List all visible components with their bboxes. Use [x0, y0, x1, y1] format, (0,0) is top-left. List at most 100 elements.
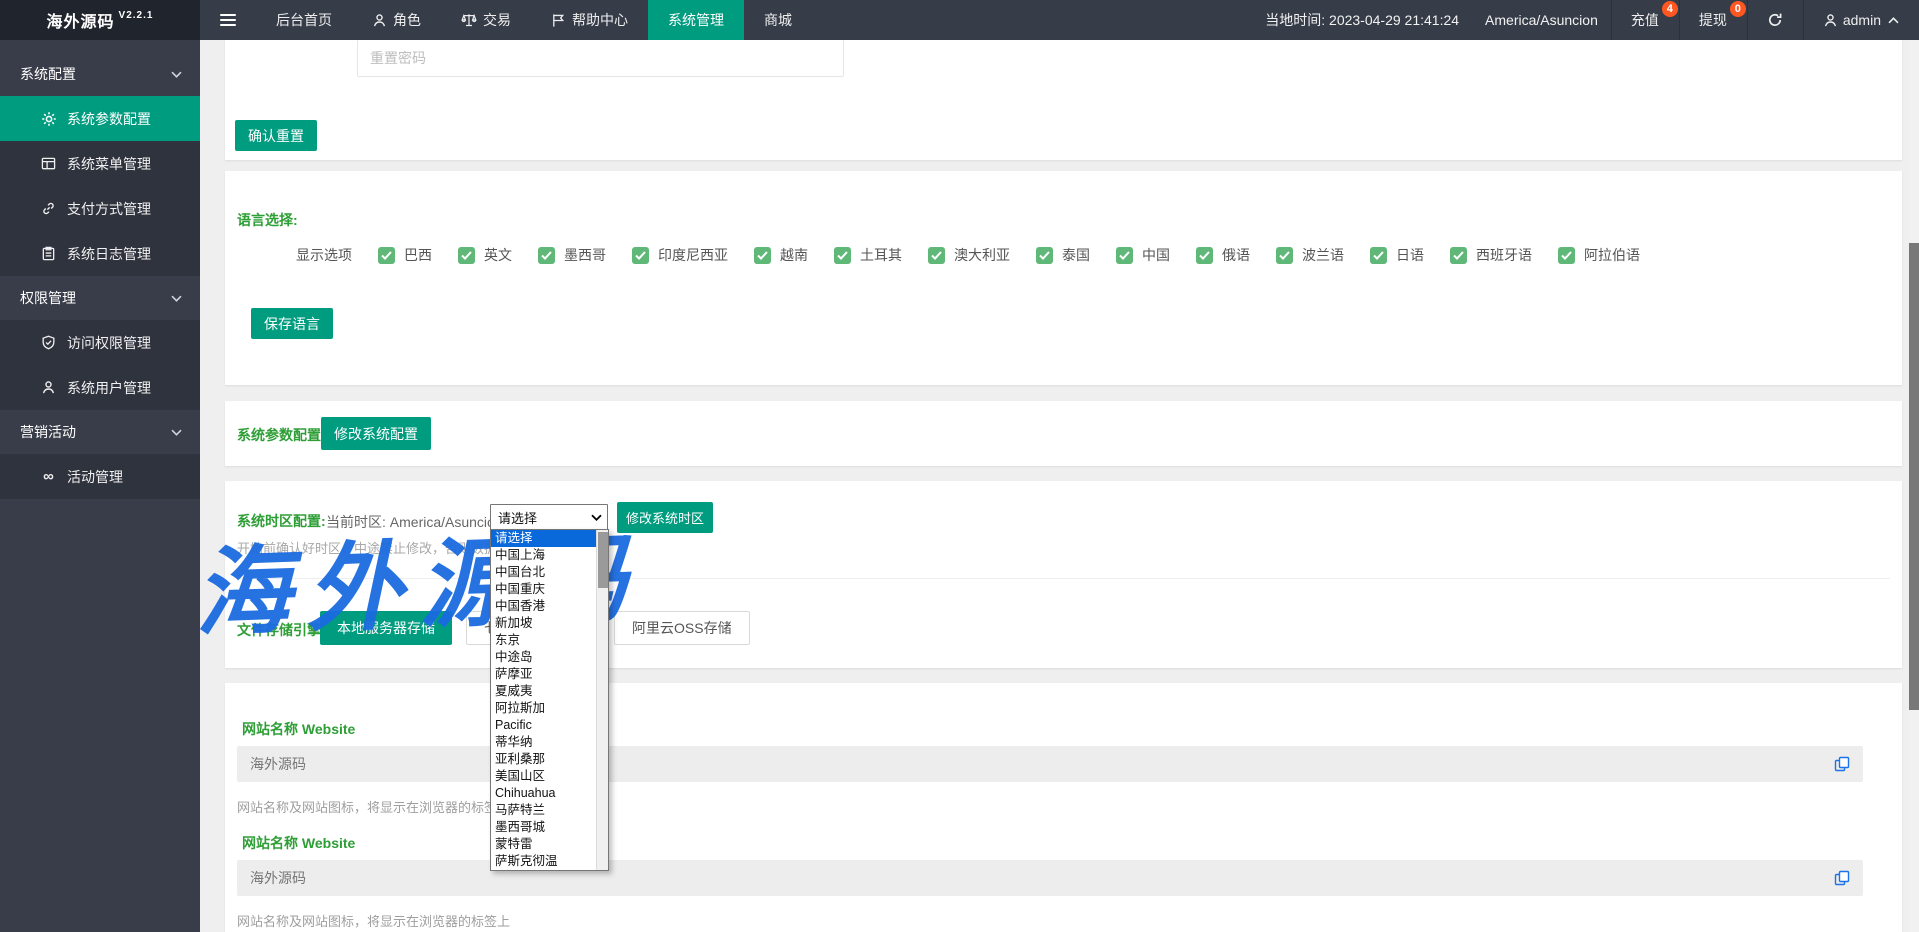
modify-timezone-button[interactable]: 修改系统时区: [617, 502, 713, 533]
sidebar-item-label: 系统菜单管理: [67, 154, 151, 174]
sidebar-item-label: 访问权限管理: [67, 333, 151, 353]
top-navbar: 海外源码V2.2.1 后台首页角色交易帮助中心系统管理商城 当地时间: 2023…: [0, 0, 1919, 40]
sidebar-group-header-0[interactable]: 系统配置: [0, 52, 200, 96]
sidebar-item-label: 系统参数配置: [67, 109, 151, 129]
recharge-button[interactable]: 充值 4: [1611, 0, 1679, 40]
copy-icon[interactable]: [1834, 756, 1850, 772]
nav-item-role[interactable]: 角色: [352, 0, 441, 40]
timezone-option[interactable]: 中国上海: [491, 547, 596, 564]
timezone-dropdown-list: 请选择中国上海中国台北中国重庆中国香港新加坡东京中途岛萨摩亚夏威夷阿拉斯加Pac…: [490, 529, 609, 871]
timezone-option[interactable]: 请选择: [491, 530, 596, 547]
copy-icon[interactable]: [1834, 870, 1850, 886]
checkbox-checked-icon[interactable]: [1116, 247, 1133, 264]
nav-item-trade[interactable]: 交易: [441, 0, 531, 40]
checkbox-checked-icon[interactable]: [538, 247, 555, 264]
timezone-label: America/Asuncion: [1472, 0, 1611, 40]
website-field-block: 网站名称 Website海外源码网站名称及网站图标，将显示在浏览器的标签上: [237, 719, 1863, 816]
website-field-label: 网站名称 Website: [242, 719, 1863, 739]
website-name-input[interactable]: 海外源码: [237, 860, 1863, 896]
sidebar-item[interactable]: ∞活动管理: [0, 454, 200, 499]
password-reset-card: 确认重置: [225, 40, 1902, 160]
checkbox-checked-icon[interactable]: [754, 247, 771, 264]
timezone-option[interactable]: 中国香港: [491, 598, 596, 615]
sidebar-group-header-1[interactable]: 权限管理: [0, 276, 200, 320]
checkbox-checked-icon[interactable]: [834, 247, 851, 264]
sidebar-item[interactable]: 系统用户管理: [0, 365, 200, 410]
reset-password-input[interactable]: [357, 40, 844, 77]
nav-item-label: 后台首页: [276, 10, 332, 30]
nav-item-label: 商城: [764, 10, 792, 30]
timezone-option[interactable]: 马萨特兰: [491, 802, 596, 819]
window-icon: [40, 155, 57, 172]
nav-item-help-center[interactable]: 帮助中心: [531, 0, 648, 40]
timezone-option[interactable]: 东京: [491, 632, 596, 649]
current-timezone-text: 当前时区: America/Asuncion: [326, 512, 503, 532]
timezone-option[interactable]: Chihuahua: [491, 785, 596, 802]
storage-option-button[interactable]: 阿里云OSS存储: [614, 611, 750, 645]
timezone-option[interactable]: 中国台北: [491, 564, 596, 581]
timezone-option[interactable]: 萨摩亚: [491, 666, 596, 683]
checkbox-checked-icon[interactable]: [1370, 247, 1387, 264]
checkbox-checked-icon[interactable]: [1450, 247, 1467, 264]
checkbox-checked-icon[interactable]: [458, 247, 475, 264]
website-name-input[interactable]: 海外源码: [237, 746, 1863, 782]
checkbox-checked-icon[interactable]: [1276, 247, 1293, 264]
language-label: 越南: [780, 245, 808, 265]
user-menu[interactable]: admin: [1803, 0, 1919, 40]
timezone-option[interactable]: 新加坡: [491, 615, 596, 632]
checkbox-checked-icon[interactable]: [1036, 247, 1053, 264]
sidebar-group-label: 权限管理: [20, 288, 76, 308]
language-option: 俄语: [1196, 245, 1250, 265]
language-option: 西班牙语: [1450, 245, 1532, 265]
checkbox-checked-icon[interactable]: [632, 247, 649, 264]
sidebar-item[interactable]: 系统日志管理: [0, 231, 200, 276]
withdraw-button[interactable]: 提现 0: [1679, 0, 1747, 40]
sidebar-item-label: 系统用户管理: [67, 378, 151, 398]
modify-system-config-button[interactable]: 修改系统配置: [321, 417, 431, 450]
sidebar-item[interactable]: 支付方式管理: [0, 186, 200, 231]
timezone-card: 系统时区配置: 当前时区: America/Asuncion 请选择 修改系统时…: [225, 481, 1902, 668]
checkbox-checked-icon[interactable]: [928, 247, 945, 264]
language-label: 泰国: [1062, 245, 1090, 265]
timezone-option[interactable]: 夏威夷: [491, 683, 596, 700]
timezone-option[interactable]: 中途岛: [491, 649, 596, 666]
timezone-option[interactable]: 墨西哥城: [491, 819, 596, 836]
language-label: 西班牙语: [1476, 245, 1532, 265]
checkbox-checked-icon[interactable]: [1558, 247, 1575, 264]
page-scrollbar[interactable]: [1909, 40, 1919, 932]
checkbox-checked-icon[interactable]: [378, 247, 395, 264]
checkbox-checked-icon[interactable]: [1196, 247, 1213, 264]
language-select-card: 语言选择: 显示选项 巴西英文墨西哥印度尼西亚越南土耳其澳大利亚泰国中国俄语波兰…: [225, 171, 1902, 385]
language-option: 印度尼西亚: [632, 245, 728, 265]
sidebar-group-header-2[interactable]: 营销活动: [0, 410, 200, 454]
nav-item-label: 系统管理: [668, 10, 724, 30]
storage-option-button[interactable]: 本地服务器存储: [320, 611, 452, 645]
nav-item-label: 角色: [393, 10, 421, 30]
timezone-option[interactable]: 萨斯克彻温: [491, 853, 596, 870]
nav-item-mall[interactable]: 商城: [744, 0, 812, 40]
refresh-button[interactable]: [1747, 0, 1803, 40]
sidebar-item[interactable]: 系统菜单管理: [0, 141, 200, 186]
timezone-select-value: 请选择: [498, 508, 537, 527]
timezone-option[interactable]: 美国山区: [491, 768, 596, 785]
page-scrollbar-thumb[interactable]: [1909, 243, 1919, 710]
sidebar-item[interactable]: 访问权限管理: [0, 320, 200, 365]
nav-item-backend-home[interactable]: 后台首页: [256, 0, 352, 40]
app-logo: 海外源码V2.2.1: [0, 0, 200, 40]
timezone-option[interactable]: 阿拉斯加: [491, 700, 596, 717]
dropdown-scrollbar-thumb[interactable]: [598, 532, 608, 588]
timezone-option[interactable]: 蒂华纳: [491, 734, 596, 751]
sidebar-toggle-button[interactable]: [200, 0, 256, 40]
timezone-option[interactable]: Pacific: [491, 717, 596, 734]
recharge-label: 充值: [1631, 10, 1659, 30]
timezone-select[interactable]: 请选择: [490, 504, 608, 530]
timezone-option[interactable]: 蒙特雷: [491, 836, 596, 853]
sidebar-group-label: 系统配置: [20, 64, 76, 84]
timezone-option[interactable]: 亚利桑那: [491, 751, 596, 768]
timezone-option[interactable]: 中国重庆: [491, 581, 596, 598]
dropdown-scrollbar[interactable]: [596, 530, 608, 870]
sidebar-item[interactable]: 系统参数配置: [0, 96, 200, 141]
nav-item-system-management[interactable]: 系统管理: [648, 0, 744, 40]
save-language-button[interactable]: 保存语言: [251, 308, 333, 339]
confirm-reset-button[interactable]: 确认重置: [235, 120, 317, 151]
